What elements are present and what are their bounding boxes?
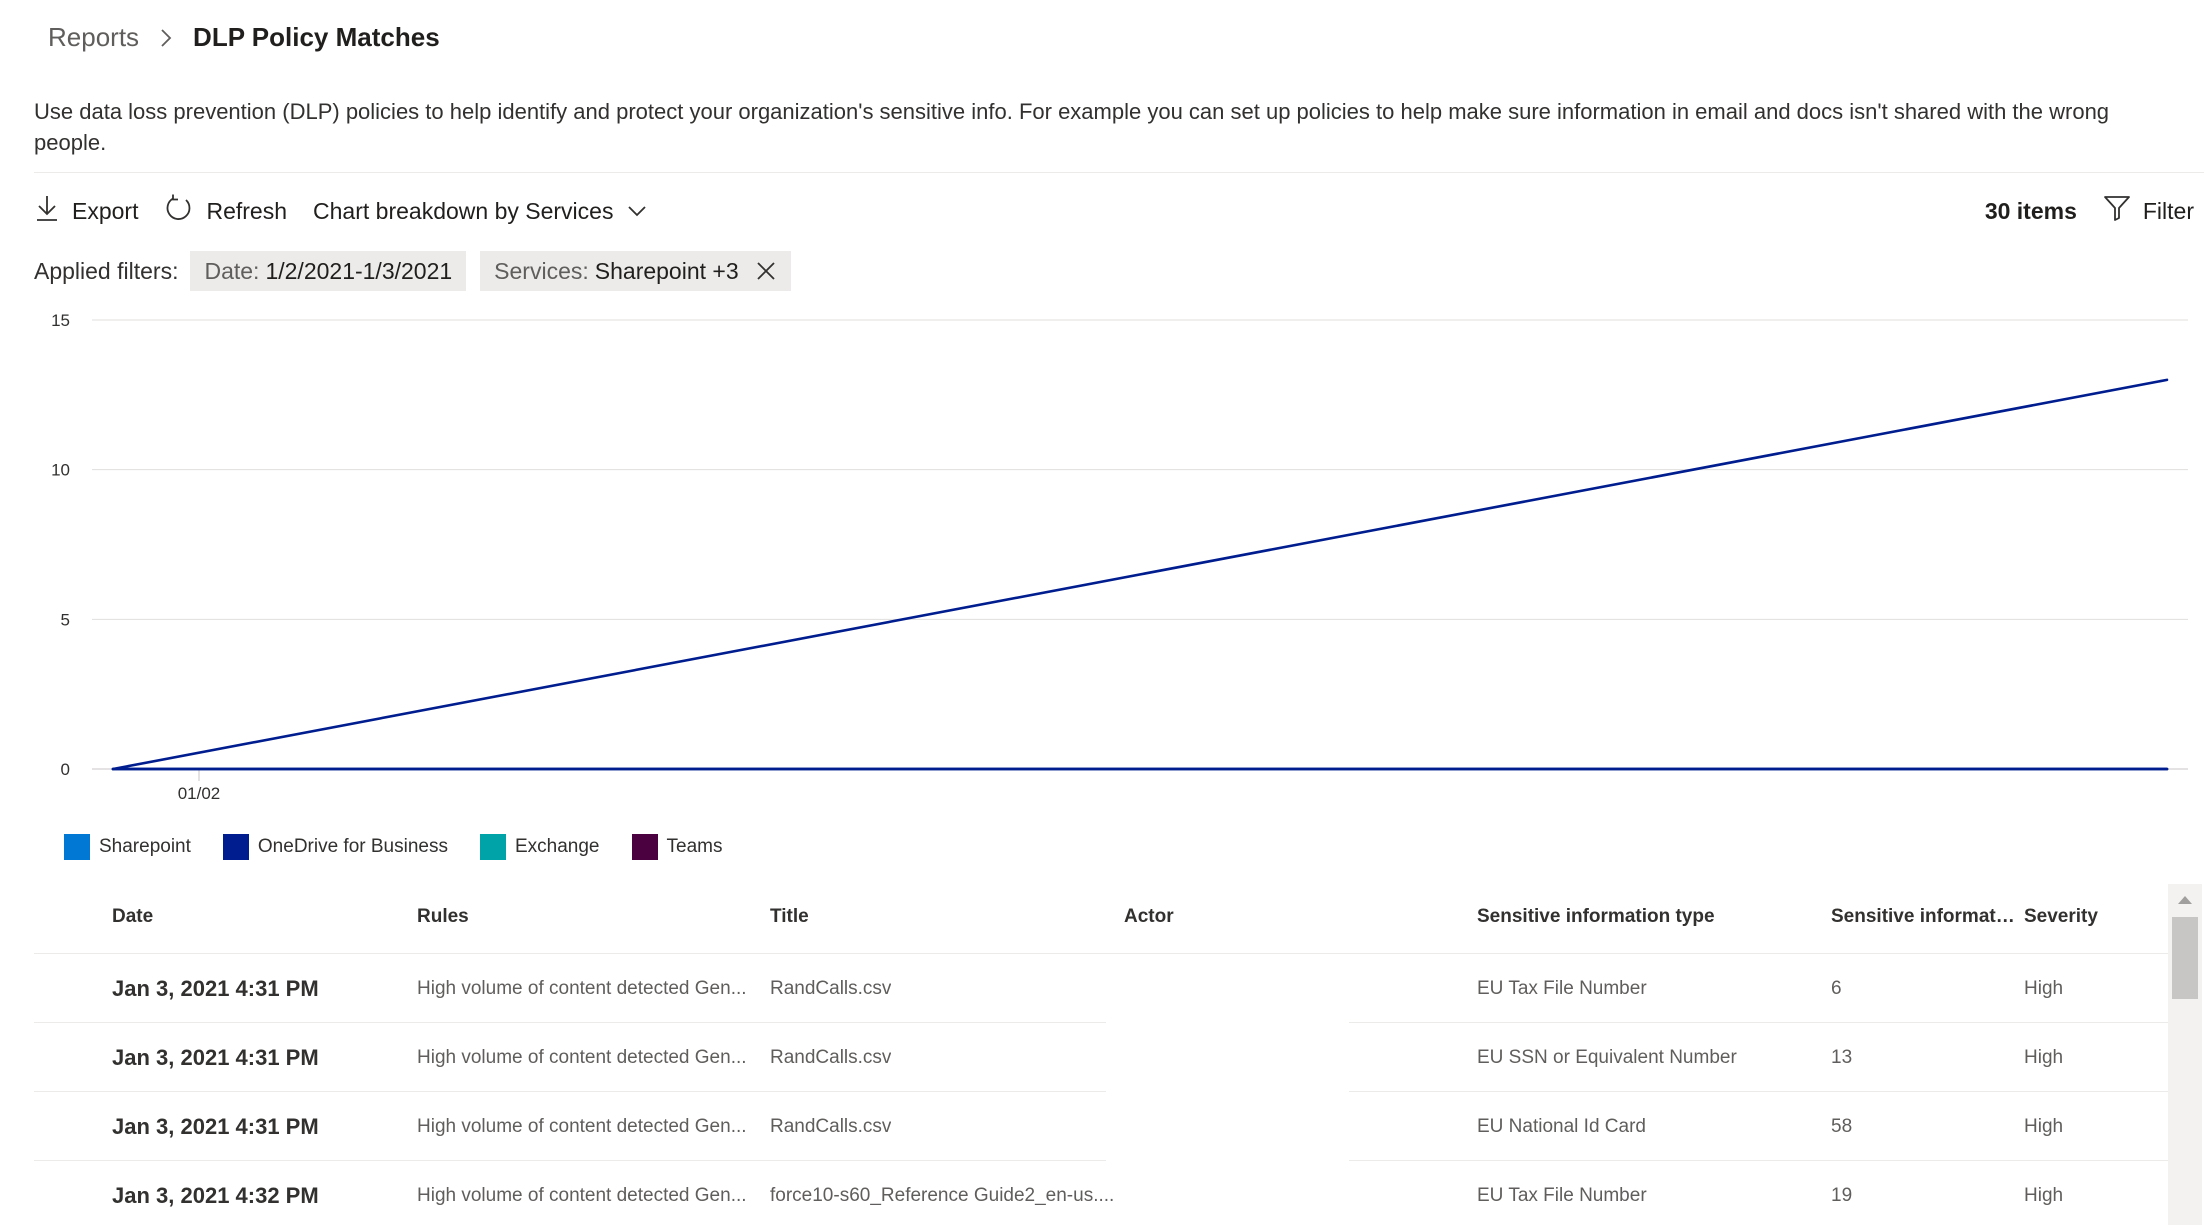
legend-swatch: [64, 834, 90, 860]
refresh-label: Refresh: [206, 197, 288, 224]
legend-swatch: [222, 834, 249, 860]
cell-severity: High: [2024, 1115, 2064, 1137]
chart-legend: Sharepoint OneDrive for Business Exchange T…: [64, 834, 754, 860]
cell-title: force10-s60_Reference Guide2_en-us....: [770, 1184, 1115, 1206]
filter-label: Filter: [2142, 197, 2194, 224]
y-tick-label: 5: [61, 610, 70, 629]
column-header-sensitive-info-count[interactable]: Sensitive informati...: [1831, 906, 2016, 928]
legend-swatch: [631, 834, 658, 860]
date-filter-value: 1/2/2021-1/3/2021: [265, 257, 453, 284]
cell-title: RandCalls.csv: [770, 1046, 892, 1068]
cell-sensitive-info-type: EU SSN or Equivalent Number: [1477, 1046, 1737, 1068]
table-header-row: Date Rules Title Actor Sensitive informa…: [34, 880, 2170, 954]
toolbar: Export Refresh Chart breakdown by Servic…: [34, 188, 2194, 234]
line-chart: 0 5 10 15 01/02: [51, 311, 2188, 803]
refresh-icon: [164, 193, 206, 229]
breadcrumb-reports-link[interactable]: Reports: [48, 22, 139, 53]
date-filter-key: Date:: [204, 257, 260, 284]
series-line-onedrive-for-business: [111, 378, 2169, 771]
legend-item[interactable]: Exchange: [479, 834, 600, 860]
column-header-actor[interactable]: Actor: [1124, 906, 1174, 928]
cell-sensitive-info-count: 13: [1831, 1046, 1853, 1068]
legend-swatch: [479, 834, 506, 860]
legend-label: Teams: [666, 836, 723, 857]
column-header-title[interactable]: Title: [770, 906, 809, 928]
download-icon: [34, 193, 72, 229]
table-row[interactable]: Jan 3, 2021 4:31 PM High volume of conten…: [34, 1092, 2170, 1161]
legend-item[interactable]: Teams: [631, 834, 723, 860]
chevron-right-icon: [155, 27, 177, 49]
services-filter-pill[interactable]: Services: Sharepoint +3: [480, 251, 791, 291]
chart-breakdown-label: Chart breakdown by Services: [313, 197, 614, 224]
cell-rules: High volume of content detected Gen...: [417, 1046, 747, 1068]
table-body: Jan 3, 2021 4:31 PM High volume of conten…: [34, 954, 2170, 1225]
filter-icon: [2103, 194, 2143, 228]
applied-filters-label: Applied filters:: [34, 257, 179, 284]
cell-severity: High: [2024, 1046, 2064, 1068]
services-filter-value: Sharepoint +3: [594, 257, 739, 284]
services-filter-key: Services:: [494, 257, 589, 284]
chart-breakdown-dropdown[interactable]: Chart breakdown by Services: [313, 188, 659, 234]
column-header-severity[interactable]: Severity: [2024, 906, 2098, 928]
cell-date: Jan 3, 2021 4:31 PM: [112, 975, 319, 1001]
data-table: Date Rules Title Actor Sensitive informa…: [34, 880, 2170, 1225]
cell-date: Jan 3, 2021 4:32 PM: [112, 1182, 319, 1208]
scroll-up-arrow-icon[interactable]: [2168, 890, 2202, 910]
cell-rules: High volume of content detected Gen...: [417, 1115, 747, 1137]
refresh-button[interactable]: Refresh: [164, 188, 287, 234]
chevron-down-icon: [627, 204, 659, 218]
cell-severity: High: [2024, 1184, 2064, 1206]
column-header-date[interactable]: Date: [112, 906, 153, 928]
close-icon[interactable]: [755, 260, 777, 282]
filter-button[interactable]: Filter: [2103, 194, 2194, 228]
column-header-rules[interactable]: Rules: [417, 906, 469, 928]
x-tick-label: 01/02: [178, 784, 221, 803]
table-scrollbar[interactable]: [2168, 884, 2202, 1225]
cell-sensitive-info-count: 6: [1831, 977, 1842, 999]
legend-label: Sharepoint: [99, 836, 191, 857]
y-tick-label: 0: [61, 760, 70, 779]
cell-title: RandCalls.csv: [770, 977, 892, 999]
column-header-sensitive-info-type[interactable]: Sensitive information type: [1477, 906, 1715, 928]
cell-sensitive-info-type: EU National Id Card: [1477, 1115, 1646, 1137]
cell-date: Jan 3, 2021 4:31 PM: [112, 1113, 319, 1139]
y-tick-label: 10: [51, 461, 70, 480]
table-row[interactable]: Jan 3, 2021 4:32 PM High volume of conten…: [34, 1161, 2170, 1225]
legend-label: OneDrive for Business: [257, 836, 448, 857]
legend-item[interactable]: OneDrive for Business: [222, 834, 448, 860]
page-description: Use data loss prevention (DLP) policies …: [34, 99, 2110, 155]
cell-sensitive-info-count: 19: [1831, 1184, 1853, 1206]
table-row[interactable]: Jan 3, 2021 4:31 PM High volume of conten…: [34, 1023, 2170, 1092]
export-label: Export: [72, 197, 139, 224]
cell-severity: High: [2024, 977, 2064, 999]
cell-sensitive-info-count: 58: [1831, 1115, 1853, 1137]
items-count: 30 items: [1984, 197, 2077, 224]
page-title: DLP Policy Matches: [193, 22, 440, 52]
table-row[interactable]: Jan 3, 2021 4:31 PM High volume of conten…: [34, 954, 2170, 1023]
legend-item[interactable]: Sharepoint: [64, 834, 191, 860]
cell-date: Jan 3, 2021 4:31 PM: [112, 1044, 319, 1070]
y-tick-label: 15: [51, 311, 70, 330]
cell-title: RandCalls.csv: [770, 1115, 892, 1137]
legend-label: Exchange: [514, 836, 600, 857]
cell-sensitive-info-type: EU Tax File Number: [1477, 977, 1647, 999]
cell-rules: High volume of content detected Gen...: [417, 977, 747, 999]
applied-filters: Applied filters: Date: 1/2/2021-1/3/2021…: [34, 251, 805, 291]
export-button[interactable]: Export: [34, 188, 138, 234]
scrollbar-thumb[interactable]: [2172, 917, 2198, 999]
date-filter-pill[interactable]: Date: 1/2/2021-1/3/2021: [190, 251, 467, 291]
divider: [34, 172, 2204, 173]
cell-rules: High volume of content detected Gen...: [417, 1184, 747, 1206]
cell-sensitive-info-type: EU Tax File Number: [1477, 1184, 1647, 1206]
breadcrumb: Reports DLP Policy Matches: [48, 22, 440, 53]
